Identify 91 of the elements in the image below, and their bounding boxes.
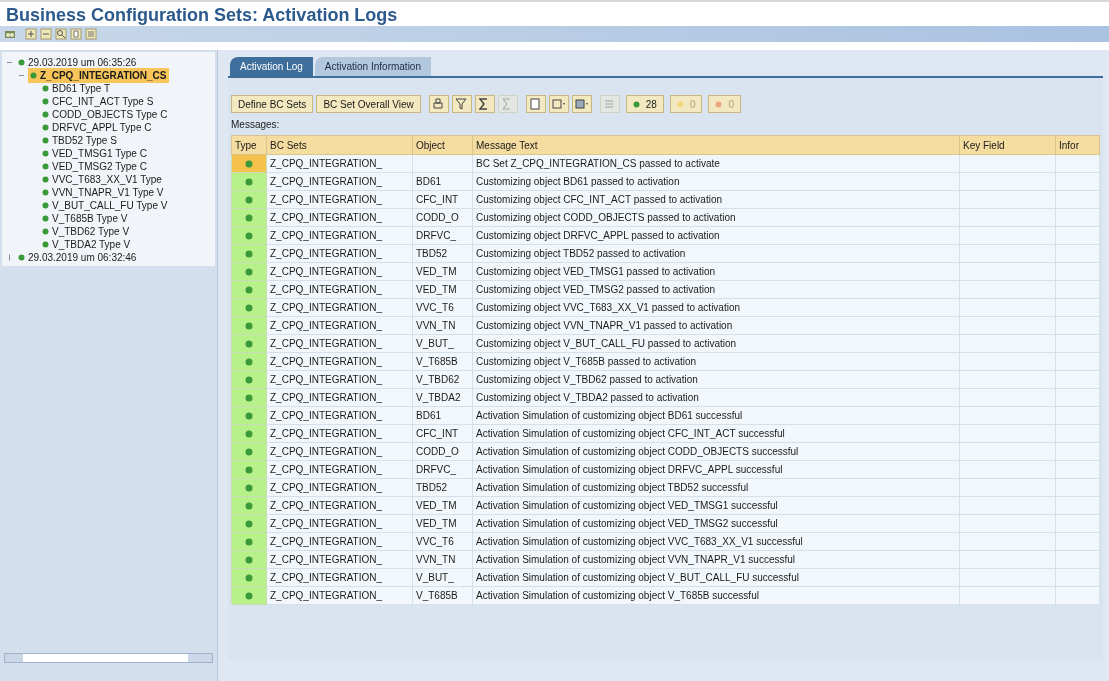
tree-item[interactable]: VED_TMSG2 Type C (40, 159, 149, 174)
tab[interactable]: Activation Log (230, 57, 313, 76)
horizontal-scrollbar[interactable] (4, 653, 213, 663)
document-icon[interactable] (70, 28, 82, 40)
status-light-icon (245, 555, 253, 564)
status-light-icon (245, 303, 253, 312)
status-light-icon (245, 159, 253, 168)
tree-item[interactable]: VVC_T683_XX_V1 Type (40, 172, 164, 187)
status-light-icon (245, 537, 253, 546)
status-light-icon (245, 285, 253, 294)
collapse-icon[interactable] (6, 59, 13, 66)
tree-item[interactable]: CODD_OBJECTS Type C (40, 107, 170, 122)
status-light-icon (42, 202, 49, 209)
column-header[interactable]: Object (412, 135, 473, 155)
tree-item[interactable]: VVN_TNAPR_V1 Type V (40, 185, 166, 200)
column-header[interactable]: BC Sets (266, 135, 413, 155)
tree-item[interactable]: Z_CPQ_INTEGRATION_CS (28, 68, 169, 83)
status-light-icon (715, 100, 723, 108)
status-light-icon (245, 357, 253, 366)
status-light-icon (42, 163, 49, 170)
sum-button[interactable] (474, 95, 495, 113)
search-icon[interactable] (55, 28, 67, 40)
filter-icon (454, 97, 470, 111)
status-light-icon (42, 241, 49, 248)
status-light-icon (245, 447, 253, 456)
column-header[interactable]: Message Text (472, 135, 960, 155)
status-light-icon (18, 59, 25, 66)
collapse-icon[interactable] (40, 28, 52, 40)
toolbar-button[interactable]: Define BC Sets (231, 95, 314, 113)
status-light-icon (245, 321, 253, 330)
filter-button[interactable] (451, 95, 472, 113)
print-button[interactable] (428, 95, 449, 113)
settings-icon[interactable] (85, 28, 97, 40)
status-light-icon (18, 254, 25, 261)
glasses-icon[interactable] (4, 28, 16, 40)
status-light-icon (245, 393, 253, 402)
tree-item[interactable]: V_T685B Type V (40, 211, 130, 226)
status-light-icon (245, 483, 253, 492)
status-light-icon (245, 339, 253, 348)
status-light-icon (245, 213, 253, 222)
tree-item[interactable]: V_TBDA2 Type V (40, 237, 133, 252)
tree-item[interactable]: TBD52 Type S (40, 133, 119, 148)
tree-item[interactable]: BD61 Type T (40, 81, 112, 96)
status-light-icon (245, 231, 253, 240)
status-light-icon (245, 267, 253, 276)
status-light-icon (42, 228, 49, 235)
tree-item[interactable]: DRFVC_APPL Type C (40, 120, 154, 135)
expand-icon[interactable] (6, 254, 13, 261)
status-light-icon (245, 573, 253, 582)
column-header[interactable]: Key Field (959, 135, 1056, 155)
status-light-icon (245, 429, 253, 438)
status-light-icon (42, 215, 49, 222)
tree-item[interactable]: 29.03.2019 um 06:35:26 (16, 55, 139, 70)
status-light-icon (245, 177, 253, 186)
status-light-icon (42, 111, 49, 118)
tree-item[interactable]: VED_TMSG1 Type C (40, 146, 149, 161)
status-light-icon (245, 591, 253, 600)
layout-icon (574, 97, 590, 111)
expand-icon[interactable] (25, 28, 37, 40)
status-light-icon (632, 100, 640, 108)
status-light-icon (245, 501, 253, 510)
status-light-icon (42, 124, 49, 131)
status-light-icon (42, 98, 49, 105)
status-light-icon (245, 411, 253, 420)
status-light-icon (676, 100, 684, 108)
collapse-icon[interactable] (18, 72, 25, 79)
toolbar-button[interactable]: BC Set Overall View (316, 95, 421, 113)
status-light-icon (245, 465, 253, 474)
status-light-icon (245, 375, 253, 384)
layout-button[interactable] (571, 95, 592, 113)
status-light-icon (30, 72, 37, 79)
document-button[interactable] (525, 95, 546, 113)
status-light-icon (42, 189, 49, 196)
column-header[interactable]: Infor (1055, 135, 1100, 155)
status-light-icon (245, 249, 253, 258)
tab[interactable]: Activation Information (314, 57, 431, 76)
column-header[interactable]: Type (231, 135, 267, 155)
tree-item[interactable]: CFC_INT_ACT Type S (40, 94, 156, 109)
status-light-icon (42, 85, 49, 92)
status-light-icon (245, 519, 253, 528)
export-button[interactable] (548, 95, 569, 113)
status-light-icon (42, 137, 49, 144)
success-count-button[interactable]: 28 (625, 95, 664, 113)
tree-item[interactable]: V_TBD62 Type V (40, 224, 132, 239)
messages-label: Messages: (231, 118, 281, 132)
tree-item[interactable]: V_BUT_CALL_FU Type V (40, 198, 170, 213)
tree-item[interactable]: 29.03.2019 um 06:32:46 (16, 250, 139, 265)
export-icon (551, 97, 567, 111)
status-light-icon (42, 176, 49, 183)
status-light-icon (245, 195, 253, 204)
status-light-icon (42, 150, 49, 157)
